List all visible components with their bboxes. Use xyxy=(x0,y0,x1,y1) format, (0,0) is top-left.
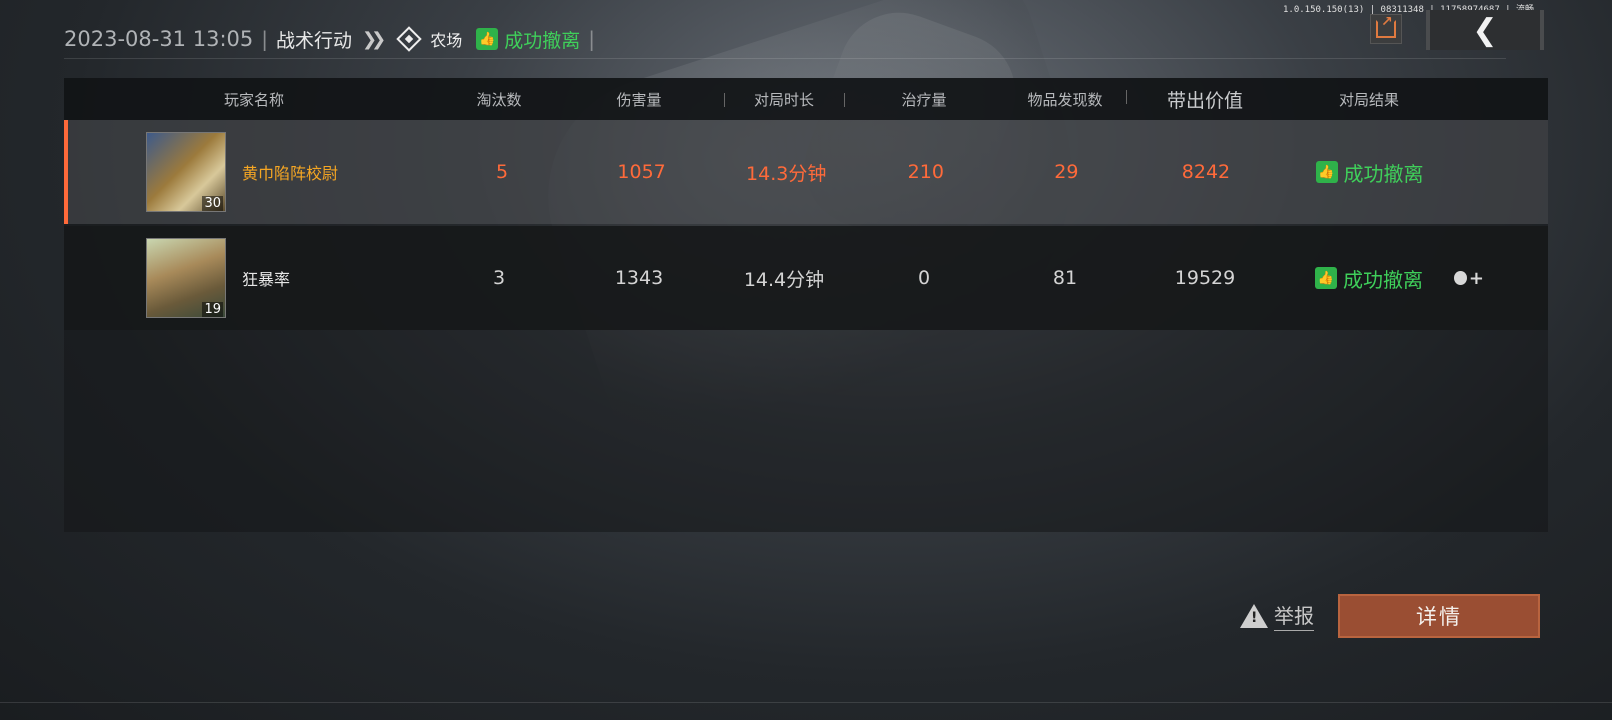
player-cell: 30 黄巾陷阵校尉 xyxy=(68,132,447,212)
double-chevron-icon: ❯❯ xyxy=(362,28,386,50)
report-label: 举报 xyxy=(1274,600,1314,631)
extract-value: 19529 xyxy=(1174,267,1236,289)
add-friend-button[interactable]: + xyxy=(1454,264,1484,292)
match-mode: 战术行动 xyxy=(276,29,353,52)
items-value: 29 xyxy=(1054,161,1079,183)
match-datetime: 2023-08-31 13:05 xyxy=(64,27,254,51)
column-header-kills: 淘汰数 xyxy=(476,90,522,109)
column-header-damage: 伤害量 xyxy=(616,90,662,109)
column-header-value: 带出价值 xyxy=(1126,86,1284,113)
result-cell: 👍 成功撤离 xyxy=(1285,158,1455,187)
items-value: 81 xyxy=(1052,267,1078,289)
result-cell: 👍 成功撤离 xyxy=(1284,264,1454,293)
result-label: 成功撤离 xyxy=(1343,267,1423,292)
scoreboard-table: 玩家名称 淘汰数 伤害量 对局时长 治疗量 物品发现数 带出价值 对局结果 30… xyxy=(64,78,1548,532)
healing-value: 210 xyxy=(907,161,944,183)
detail-button[interactable]: 详情 xyxy=(1338,594,1540,638)
thumbs-up-icon: 👍 xyxy=(1315,267,1337,289)
avatar[interactable]: 30 xyxy=(146,132,226,212)
plus-icon: + xyxy=(1468,267,1484,289)
player-level: 19 xyxy=(202,302,223,317)
player-level: 30 xyxy=(202,196,223,211)
share-button[interactable] xyxy=(1370,14,1402,44)
match-header: 2023-08-31 13:05 | 战术行动 ❯❯ 农场 👍 成功撤离 | xyxy=(64,24,597,54)
action-cell: + xyxy=(1454,264,1548,292)
result-label: 成功撤离 xyxy=(1343,161,1424,186)
extract-value: 8242 xyxy=(1181,161,1231,183)
kills-value: 3 xyxy=(492,267,506,289)
player-name: 黄巾陷阵校尉 xyxy=(242,164,339,183)
duration-value: 14.4分钟 xyxy=(743,268,825,291)
damage-value: 1343 xyxy=(614,267,664,289)
column-header-result: 对局结果 xyxy=(1338,90,1399,109)
table-row-self[interactable]: 30 黄巾陷阵校尉 5 1057 14.3分钟 210 29 8242 👍 成功… xyxy=(64,120,1548,224)
header-separator-end: | xyxy=(588,27,595,51)
map-marker-icon xyxy=(396,26,422,52)
thumbs-up-icon: 👍 xyxy=(1315,161,1338,183)
match-map: 农场 xyxy=(430,31,463,50)
damage-value: 1057 xyxy=(617,161,666,183)
match-result: 成功撤离 xyxy=(504,29,581,52)
thumbs-up-icon: 👍 xyxy=(476,28,499,50)
healing-value: 0 xyxy=(917,267,931,289)
kills-value: 5 xyxy=(495,161,509,183)
column-header-player: 玩家名称 xyxy=(223,90,284,109)
back-arrow-icon: ❮ xyxy=(1472,12,1498,48)
column-header-healing: 治疗量 xyxy=(844,89,1004,110)
warning-icon xyxy=(1240,603,1268,628)
column-header-duration: 对局时长 xyxy=(724,89,844,110)
report-button[interactable]: 举报 xyxy=(1240,600,1314,631)
share-icon xyxy=(1376,14,1396,38)
table-row[interactable]: 19 狂暴率 3 1343 14.4分钟 0 81 19529 👍 成功撤离 + xyxy=(64,226,1548,330)
footer-divider xyxy=(0,702,1612,703)
table-header: 玩家名称 淘汰数 伤害量 对局时长 治疗量 物品发现数 带出价值 对局结果 xyxy=(64,78,1548,120)
header-divider xyxy=(64,58,1506,59)
back-button[interactable]: ❮ xyxy=(1426,10,1544,50)
add-friend-icon xyxy=(1454,271,1467,285)
player-cell: 19 狂暴率 xyxy=(64,238,444,318)
player-name: 狂暴率 xyxy=(242,270,291,289)
duration-value: 14.3分钟 xyxy=(746,162,827,185)
header-separator: | xyxy=(261,27,268,51)
avatar[interactable]: 19 xyxy=(146,238,226,318)
column-header-items: 物品发现数 xyxy=(1027,90,1103,109)
